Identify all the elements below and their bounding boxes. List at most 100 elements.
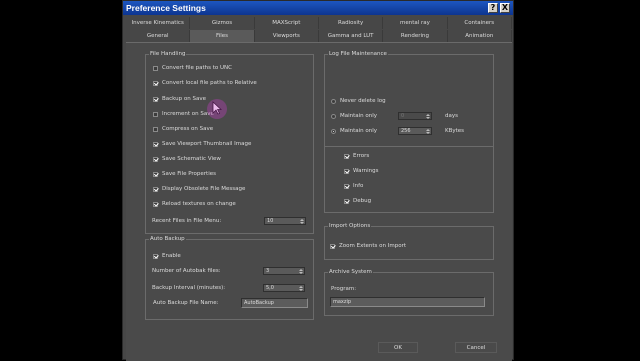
option-convert-relative[interactable]: Convert local file paths to Relative [153, 79, 257, 87]
tab-gamma-and-lut[interactable]: Gamma and LUT [319, 30, 384, 42]
kb-unit-row: KBytes [445, 127, 464, 135]
tab-containers[interactable]: Containers [448, 17, 512, 29]
cancel-button[interactable]: Cancel [455, 342, 497, 353]
log-level-label: Debug [353, 198, 372, 204]
title-bar[interactable]: Preference Settings ? X [123, 1, 513, 15]
checkbox[interactable] [153, 80, 158, 86]
recent-files-spinner[interactable]: 10 [264, 217, 306, 225]
option-label: Save File Properties [162, 171, 216, 177]
help-button[interactable]: ? [488, 3, 498, 13]
option-label: Compress on Save [162, 126, 214, 132]
checkbox[interactable] [153, 186, 158, 192]
log-level-errors[interactable]: Errors [344, 152, 369, 160]
backup-interval-spinner[interactable]: 5,0 [263, 284, 305, 292]
checkbox[interactable] [153, 126, 158, 132]
auto-backup-title: Auto Backup [149, 236, 186, 243]
spinner-arrows-icon[interactable] [298, 268, 303, 274]
log-level-info[interactable]: Info [344, 182, 363, 190]
spinner-arrows-icon[interactable] [298, 285, 303, 291]
option-save-schematic[interactable]: Save Schematic View [153, 155, 221, 163]
archive-system-group: Archive System Program: maxzip [324, 269, 494, 316]
checkbox[interactable] [153, 65, 158, 71]
cursor-highlight [207, 99, 227, 119]
tab-row-2: General Files Viewports Gamma and LUT Re… [126, 30, 512, 42]
maintain-kb-spinner[interactable]: 256 [398, 127, 432, 135]
radio-button[interactable] [331, 128, 336, 134]
recent-files-row: Recent Files in File Menu: [152, 217, 221, 225]
checkbox[interactable] [330, 243, 335, 249]
maintain-days-spinner[interactable]: 0 [398, 112, 432, 120]
zoom-extents-option[interactable]: Zoom Extents on Import [330, 242, 406, 250]
checkbox[interactable] [153, 171, 158, 177]
maintain-days-value: 0 [401, 113, 405, 119]
spinner-arrows-icon[interactable] [425, 113, 430, 119]
option-backup-on-save[interactable]: Backup on Save [153, 95, 206, 103]
log-level-label: Info [353, 183, 364, 189]
backup-interval-label: Backup Interval (minutes): [152, 285, 226, 291]
option-increment-on-save[interactable]: Increment on Save [153, 110, 214, 118]
radio-maintain-days[interactable]: Maintain only [331, 112, 377, 120]
checkbox[interactable] [344, 183, 349, 189]
program-field[interactable]: maxzip [330, 297, 485, 307]
tab-viewports[interactable]: Viewports [255, 30, 319, 42]
tab-maxscript[interactable]: MAXScript [255, 17, 319, 29]
tab-inverse-kinematics[interactable]: Inverse Kinematics [126, 17, 191, 29]
checkbox[interactable] [153, 111, 158, 117]
radio-maintain-kb[interactable]: Maintain only [331, 127, 377, 135]
file-handling-title: File Handling [149, 51, 187, 58]
checkbox[interactable] [153, 96, 158, 102]
option-label: Save Viewport Thumbnail Image [162, 141, 252, 147]
option-convert-unc[interactable]: Convert file paths to UNC [153, 64, 232, 72]
checkbox[interactable] [153, 141, 158, 147]
tab-radiosity[interactable]: Radiosity [319, 17, 384, 29]
radio-button[interactable] [331, 98, 336, 104]
spinner-arrows-icon[interactable] [299, 218, 304, 224]
checkbox[interactable] [344, 153, 349, 159]
days-unit-row: days [445, 112, 458, 120]
maintain-kb-label: Maintain only [340, 128, 378, 134]
backup-file-name-field[interactable]: AutoBackup [241, 298, 308, 308]
checkbox[interactable] [344, 198, 349, 204]
tab-general[interactable]: General [126, 30, 191, 42]
radio-never-delete[interactable]: Never delete log [331, 97, 386, 105]
option-label: Reload textures on change [162, 201, 236, 207]
tab-files[interactable]: Files [190, 30, 255, 42]
checkbox[interactable] [344, 168, 349, 174]
option-save-thumbnail[interactable]: Save Viewport Thumbnail Image [153, 140, 251, 148]
option-label: Backup on Save [162, 96, 207, 102]
log-level-debug[interactable]: Debug [344, 197, 371, 205]
close-button[interactable]: X [500, 3, 510, 13]
log-level-warnings[interactable]: Warnings [344, 167, 378, 175]
option-save-file-properties[interactable]: Save File Properties [153, 170, 216, 178]
window-title: Preference Settings [126, 3, 206, 13]
checkbox[interactable] [153, 156, 158, 162]
auto-backup-enable[interactable]: Enable [153, 252, 181, 260]
backup-interval-value: 5,0 [266, 285, 274, 291]
tab-row-1: Inverse Kinematics Gizmos MAXScript Radi… [126, 17, 512, 29]
option-label: Convert local file paths to Relative [162, 80, 257, 86]
recent-files-label: Recent Files in File Menu: [152, 218, 222, 224]
maintain-days-label: Maintain only [340, 113, 378, 119]
num-autobak-spinner[interactable]: 3 [263, 267, 305, 275]
tab-rendering[interactable]: Rendering [383, 30, 448, 42]
days-unit: days [445, 113, 458, 119]
log-level-label: Errors [353, 153, 370, 159]
backup-interval-row: Backup Interval (minutes): [152, 284, 225, 292]
option-compress-on-save[interactable]: Compress on Save [153, 125, 213, 133]
checkbox[interactable] [153, 253, 158, 259]
option-label: Display Obsolete File Message [162, 186, 246, 192]
option-reload-textures[interactable]: Reload textures on change [153, 200, 236, 208]
option-obsolete-message[interactable]: Display Obsolete File Message [153, 185, 245, 193]
spinner-arrows-icon[interactable] [425, 128, 430, 134]
tab-gizmos[interactable]: Gizmos [190, 17, 255, 29]
radio-button[interactable] [331, 113, 336, 119]
tab-mental-ray[interactable]: mental ray [383, 17, 448, 29]
tab-animation[interactable]: Animation [448, 30, 512, 42]
enable-label: Enable [162, 253, 181, 259]
backup-file-name-row: Auto Backup File Name: [153, 299, 218, 307]
auto-backup-group: Auto Backup Enable Number of Autobak fil… [145, 236, 314, 320]
zoom-extents-label: Zoom Extents on Import [339, 243, 406, 249]
option-label: Save Schematic View [162, 156, 221, 162]
checkbox[interactable] [153, 201, 158, 207]
ok-button[interactable]: OK [378, 342, 418, 353]
